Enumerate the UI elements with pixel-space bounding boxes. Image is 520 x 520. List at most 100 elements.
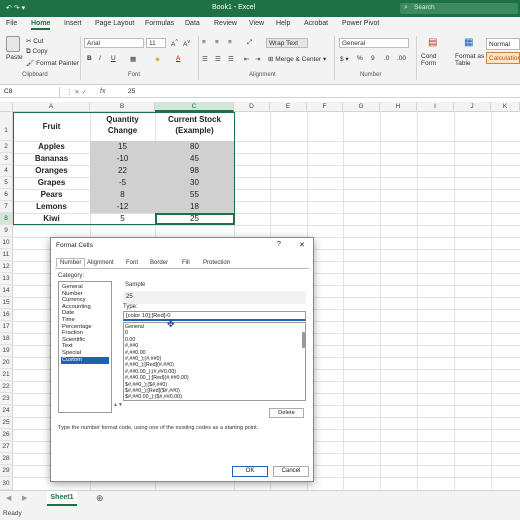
font-name-select[interactable]: Arial — [84, 38, 144, 48]
copy-button[interactable]: ⧉ Copy — [26, 48, 48, 56]
row-header[interactable]: 6 — [0, 189, 13, 201]
row-header[interactable]: 19 — [0, 345, 13, 357]
select-all-corner[interactable] — [0, 102, 13, 112]
row-header[interactable]: 22 — [0, 381, 13, 393]
align-top-icon[interactable]: ≡ — [202, 39, 206, 46]
decrease-decimal-icon[interactable]: .00 — [397, 55, 406, 62]
format-as-table-button[interactable]: Format as Table — [455, 53, 485, 67]
dialog-tab-protection[interactable]: Protection — [203, 260, 230, 266]
align-left-icon[interactable]: ☰ — [202, 55, 208, 63]
grow-font-icon[interactable]: A^ — [171, 39, 178, 48]
formula-bar-buttons[interactable]: ⋮ ✕ ✓ — [66, 88, 87, 96]
wrap-text-button[interactable]: Wrap Text — [266, 38, 308, 48]
column-header-k[interactable]: K — [491, 102, 520, 112]
row-header[interactable]: 3 — [0, 153, 13, 165]
format-code-list[interactable]: General 0 0.00 #,##0 #,##0.00 #,##0_);(#,##0)… — [123, 322, 306, 401]
next-sheet-icon[interactable]: ▶ — [22, 494, 27, 502]
row-header[interactable]: 23 — [0, 393, 13, 405]
row-header[interactable]: 11 — [0, 249, 13, 261]
row-header[interactable]: 7 — [0, 201, 13, 213]
column-header-f[interactable]: F — [307, 102, 343, 112]
paste-button[interactable]: Paste — [6, 54, 23, 61]
tab-help[interactable]: Help — [276, 20, 290, 27]
add-sheet-icon[interactable]: ⊕ — [96, 493, 104, 504]
sheet-tab-sheet1[interactable]: Sheet1 — [47, 491, 77, 506]
underline-icon[interactable]: U — [111, 55, 116, 62]
active-cell-c8[interactable] — [155, 213, 235, 225]
conditional-formatting-icon[interactable]: ▤ — [428, 37, 437, 48]
shrink-font-icon[interactable]: Av — [183, 39, 190, 48]
row-header[interactable]: 14 — [0, 285, 13, 297]
row-header[interactable]: 18 — [0, 333, 13, 345]
scrollbar[interactable] — [302, 332, 305, 348]
format-painter-button[interactable]: 🖌 Format Painter — [26, 59, 79, 67]
tab-power-pivot[interactable]: Power Pivot — [342, 20, 379, 27]
tab-insert[interactable]: Insert — [64, 20, 82, 27]
conditional-formatting-button[interactable]: Cond Form — [421, 53, 443, 67]
align-right-icon[interactable]: ☰ — [228, 55, 234, 63]
column-header-i[interactable]: I — [417, 102, 454, 112]
row-header[interactable]: 30 — [0, 477, 13, 490]
row-header[interactable]: 21 — [0, 369, 13, 381]
row-header[interactable]: 28 — [0, 453, 13, 465]
column-header-j[interactable]: J — [454, 102, 491, 112]
tab-formulas[interactable]: Formulas — [145, 20, 174, 27]
tab-home[interactable]: Home — [31, 20, 51, 30]
font-size-select[interactable]: 11 — [146, 38, 166, 48]
quick-access-toolbar[interactable]: ↶ ↷ ▾ — [6, 4, 25, 12]
column-header-g[interactable]: G — [343, 102, 380, 112]
fill-color-icon[interactable]: ◈ — [155, 55, 160, 63]
row-header[interactable]: 20 — [0, 357, 13, 369]
dialog-tab-font[interactable]: Font — [126, 260, 138, 266]
percent-icon[interactable]: % — [357, 55, 363, 62]
dialog-tab-number[interactable]: Number — [56, 258, 86, 267]
column-header-b[interactable]: B — [90, 102, 155, 112]
increase-indent-icon[interactable]: ⇥ — [255, 55, 260, 63]
row-header[interactable]: 26 — [0, 429, 13, 441]
formula-input[interactable]: 25 — [128, 88, 135, 95]
search-box[interactable]: ⌕ Search — [400, 3, 518, 14]
orientation-icon[interactable]: ⤢ — [247, 39, 252, 47]
dialog-tab-border[interactable]: Border — [150, 260, 168, 266]
paste-icon[interactable] — [6, 36, 20, 52]
font-color-icon[interactable]: A — [176, 55, 180, 62]
row-header[interactable]: 9 — [0, 225, 13, 237]
tab-page-layout[interactable]: Page Layout — [95, 20, 134, 27]
list-scroll-arrow[interactable]: ▲▼ — [113, 402, 123, 408]
increase-decimal-icon[interactable]: .0 — [384, 55, 389, 62]
tab-view[interactable]: View — [249, 20, 264, 27]
ok-button[interactable]: OK — [232, 466, 268, 477]
format-table-icon[interactable]: ▦ — [464, 37, 473, 48]
dialog-tab-fill[interactable]: Fill — [182, 260, 190, 266]
prev-sheet-icon[interactable]: ◀ — [6, 494, 11, 502]
row-header[interactable]: 17 — [0, 321, 13, 333]
column-header-d[interactable]: D — [234, 102, 270, 112]
column-header-e[interactable]: E — [270, 102, 307, 112]
align-middle-icon[interactable]: ≡ — [215, 39, 219, 46]
cut-button[interactable]: ✂ Cut — [26, 37, 43, 45]
row-header[interactable]: 5 — [0, 177, 13, 189]
tab-acrobat[interactable]: Acrobat — [304, 20, 328, 27]
format-code-item[interactable]: $#,##0.00_);($#,##0.00) — [125, 394, 182, 400]
row-header[interactable]: 24 — [0, 405, 13, 417]
border-icon[interactable]: ▦ — [130, 55, 136, 63]
tab-data[interactable]: Data — [185, 20, 200, 27]
name-box[interactable]: C8 — [2, 87, 60, 97]
insert-function-icon[interactable]: fx — [100, 88, 105, 95]
delete-button[interactable]: Delete — [269, 408, 304, 418]
row-header[interactable]: 4 — [0, 165, 13, 177]
comma-style-icon[interactable]: 9 — [371, 55, 375, 62]
column-header-a[interactable]: A — [13, 102, 90, 112]
row-header[interactable]: 2 — [0, 141, 13, 153]
help-icon[interactable]: ? — [277, 241, 281, 248]
decrease-indent-icon[interactable]: ⇤ — [244, 55, 249, 63]
type-input[interactable]: [color 10];[Red]-0 — [123, 311, 306, 321]
column-header-c[interactable]: C — [155, 102, 234, 112]
row-header[interactable]: 13 — [0, 273, 13, 285]
align-bottom-icon[interactable]: ≡ — [228, 39, 232, 46]
category-item-custom[interactable]: Custom — [61, 356, 109, 364]
category-list[interactable]: General Number Currency Accounting Date Time P… — [58, 281, 112, 413]
row-header[interactable]: 8 — [0, 213, 13, 225]
row-header[interactable]: 15 — [0, 297, 13, 309]
row-header[interactable]: 10 — [0, 237, 13, 249]
